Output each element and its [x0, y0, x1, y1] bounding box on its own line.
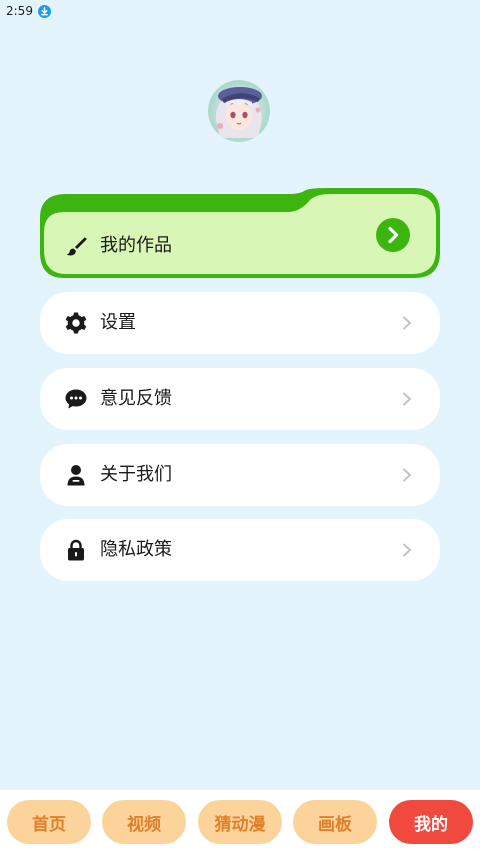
my-works-label: 我的作品 [100, 235, 172, 256]
chevron-right-icon [403, 392, 411, 406]
person-icon [67, 465, 85, 486]
my-works-card[interactable]: 我的作品 [38, 188, 442, 280]
menu-item-privacy[interactable]: 隐私政策 [40, 519, 440, 581]
menu-item-label: 关于我们 [100, 464, 172, 485]
status-time: 2:59 [6, 4, 33, 18]
chevron-right-icon [403, 468, 411, 482]
tab-drawing-board[interactable]: 画板 [293, 800, 377, 844]
tab-video[interactable]: 视频 [102, 800, 186, 844]
chat-bubble-icon [65, 389, 87, 409]
tab-guess-anime[interactable]: 猜动漫 [198, 800, 282, 844]
avatar[interactable] [208, 80, 270, 142]
menu-item-label: 设置 [100, 312, 136, 333]
go-arrow-icon[interactable] [376, 218, 410, 252]
chevron-right-icon [403, 543, 411, 557]
lock-icon [68, 539, 84, 561]
chevron-right-icon [403, 316, 411, 330]
menu-item-label: 意见反馈 [100, 388, 172, 409]
menu-item-settings[interactable]: 设置 [40, 292, 440, 354]
menu-item-about[interactable]: 关于我们 [40, 444, 440, 506]
download-notification-icon [37, 4, 51, 18]
bottom-nav: 首页 视频 猜动漫 画板 我的 [0, 790, 480, 853]
menu-item-feedback[interactable]: 意见反馈 [40, 368, 440, 430]
status-bar: 2:59 [0, 0, 480, 22]
brush-icon [66, 237, 87, 256]
menu-item-label: 隐私政策 [100, 539, 172, 560]
tab-mine[interactable]: 我的 [389, 800, 473, 844]
gear-icon [65, 312, 87, 334]
tab-home[interactable]: 首页 [7, 800, 91, 844]
